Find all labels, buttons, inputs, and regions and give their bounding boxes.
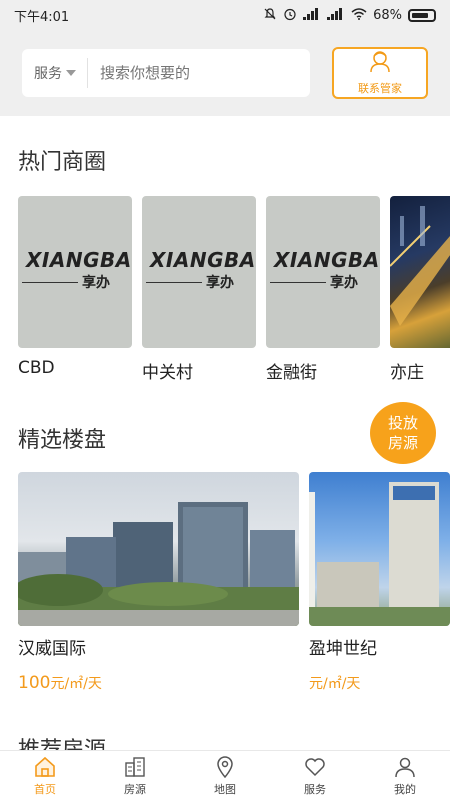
battery-percent: 68% [373, 7, 402, 23]
district-image: XIANGBAN 享办 [266, 196, 380, 348]
district-card-zhongguancun[interactable]: XIANGBAN 享办 中关村 [142, 196, 256, 383]
nav-item-home[interactable]: 首页 [0, 751, 90, 800]
brand-logo-sub: 享办 [270, 272, 358, 292]
publish-listing-button[interactable]: 投放 房源 [370, 402, 436, 464]
brand-logo-sub: 享办 [146, 272, 234, 292]
signal-icon [303, 7, 321, 23]
district-card-cbd[interactable]: XIANGBAN 享办 CBD [18, 196, 132, 378]
search-box[interactable]: 服务 [22, 49, 310, 97]
district-name: 亦庄 [390, 363, 424, 383]
district-image: XIANGBAN 享办 [18, 196, 132, 348]
map-pin-icon [217, 755, 233, 778]
status-bar: 下午4:01 68% [0, 0, 450, 30]
wifi-icon [351, 7, 367, 23]
brand-logo-text: XIANGBAN [274, 248, 380, 272]
district-image: XIANGBAN 享办 [142, 196, 256, 348]
nav-item-profile[interactable]: 我的 [360, 751, 450, 800]
building-icon [125, 756, 145, 777]
property-card-yingkun[interactable]: 盈坤世纪 元/㎡/天 [309, 472, 450, 692]
publish-label-line2: 房源 [387, 434, 418, 452]
service-select[interactable]: 服务 [22, 58, 88, 88]
battery-icon [408, 8, 436, 22]
property-name: 汉威国际 [18, 639, 86, 659]
property-card-hanwei[interactable]: 汉威国际 100元/㎡/天 [18, 472, 299, 692]
nav-label: 服务 [304, 782, 326, 796]
nav-label: 房源 [124, 782, 146, 796]
featured-list[interactable]: 汉威国际 100元/㎡/天 盈坤世纪 元/㎡/天 [18, 472, 450, 692]
user-icon [395, 757, 415, 777]
signal-icon-2 [327, 7, 345, 23]
publish-label-line1: 投放 [387, 414, 418, 432]
property-price-unit: 元/㎡/天 [50, 676, 102, 692]
nav-label: 我的 [394, 782, 416, 796]
property-image [309, 472, 450, 626]
contact-manager-button[interactable]: 联系管家 [332, 47, 428, 99]
home-icon [35, 756, 55, 777]
district-name: 中关村 [142, 363, 193, 383]
nav-item-service[interactable]: 服务 [270, 751, 360, 800]
brand-logo-text: XIANGBAN [26, 248, 132, 272]
district-image [390, 196, 450, 348]
hot-districts-title: 热门商圈 [18, 150, 107, 175]
header: 服务 联系管家 [0, 30, 450, 116]
alarm-icon [283, 7, 297, 24]
district-card-yizhuang[interactable]: 亦庄 [390, 196, 450, 383]
nav-item-listings[interactable]: 房源 [90, 751, 180, 800]
district-name: CBD [18, 358, 55, 378]
property-image [18, 472, 299, 626]
property-price: 100元/㎡/天 [18, 673, 299, 692]
hot-districts-list[interactable]: XIANGBAN 享办 CBD XIANGBAN 享办 中关村 XIANGBAN… [18, 196, 450, 386]
district-card-jinrongjie[interactable]: XIANGBAN 享办 金融街 [266, 196, 380, 383]
manager-icon [365, 50, 395, 78]
status-icons: 68% [263, 7, 436, 24]
property-price: 元/㎡/天 [309, 673, 450, 692]
nav-item-map[interactable]: 地图 [180, 751, 270, 800]
brand-logo-text: XIANGBAN [150, 248, 256, 272]
chevron-down-icon [66, 70, 76, 76]
featured-title: 精选楼盘 [18, 428, 107, 453]
nav-label: 首页 [34, 782, 56, 796]
nav-label: 地图 [214, 782, 236, 796]
contact-manager-label: 联系管家 [358, 82, 402, 95]
property-price-value: 100 [18, 673, 51, 692]
property-price-unit: 元/㎡/天 [309, 676, 361, 692]
status-time: 下午4:01 [14, 9, 70, 25]
service-select-label: 服务 [34, 66, 62, 82]
property-name: 盈坤世纪 [309, 639, 377, 659]
search-input[interactable] [100, 64, 290, 82]
heart-icon [305, 757, 325, 776]
mute-icon [263, 7, 277, 24]
district-name: 金融街 [266, 363, 317, 383]
bottom-nav: 首页 房源 地图 服务 我的 [0, 750, 450, 800]
brand-logo-sub: 享办 [22, 272, 110, 292]
